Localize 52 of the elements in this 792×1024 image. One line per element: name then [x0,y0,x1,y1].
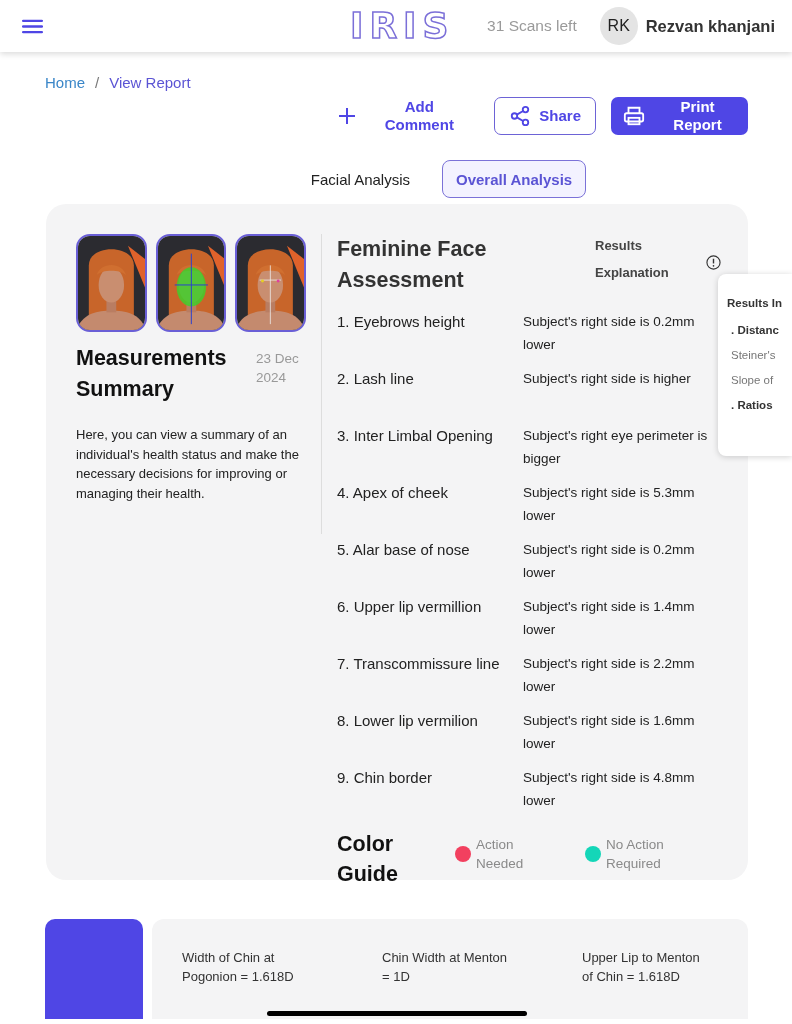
add-button[interactable]: Add Comment [327,97,466,135]
measurement-label: 1. Eyebrows height [337,312,466,332]
popup-item: Slope of [731,374,774,386]
measurement-label: 2. Lash line [337,369,415,389]
measurement-label: 6. Upper lip vermillion [337,597,483,617]
summary-description: Here, you can view a summary of an individual's health status and make the necessary decisions for improving or managing their health. [76,426,300,503]
popup-heading: . Ratios [731,399,773,411]
print-button[interactable]: Print Report [611,97,748,135]
measurement-label: 9. Chin border [337,768,434,788]
popup-heading: . Distanc [731,324,779,336]
column-header: Results [595,238,643,253]
color-guide-title: Color Guide [337,831,399,888]
measurement-result: Subject's right side is 0.2mm lower [523,541,696,582]
measurement-result: Subject's right side is 2.2mm lower [523,655,696,696]
measurement-label: 7. Transcommissure line [337,654,501,674]
user-avatar[interactable]: RK [599,7,638,45]
breadcrumb-link[interactable]: Home [45,74,85,92]
measurement-result: Subject's right side is 5.3mm lower [523,484,696,525]
assessment-title: Feminine Face Assessment [337,236,488,294]
user-name[interactable]: Rezvan khanjani [645,16,775,36]
share-icon[interactable] [509,105,532,127]
legend-label: No Action Required [606,836,665,873]
ratio-text: Width of Chin at Pogonion = 1.618D [182,949,295,986]
measurement-label: 5. Alar base of nose [337,540,471,560]
plus-icon[interactable] [337,106,358,126]
measurement-label: 4. Apex of cheek [337,483,449,503]
tab[interactable]: Facial Analysis [296,160,424,198]
printer-icon[interactable] [623,105,645,127]
scans-left: 31 Scans left [487,17,577,35]
measurement-result: Subject's right eye perimeter is bigger [523,427,709,468]
column-header: Explanation [595,265,669,280]
section-title: Measurements Summary [76,345,228,403]
popup-title: Results In [727,297,782,309]
tab[interactable]: Overall Analysis [442,160,587,198]
ratio-text: Upper Lip to Menton of Chin = 1.618D [582,949,701,986]
measurement-result: Subject's right side is 4.8mm lower [523,769,696,810]
measurement-result: Subject's right side is 0.2mm lower [523,313,696,354]
legend-label: Action Needed [476,836,525,873]
measurement-result: Subject's right side is 1.4mm lower [523,598,696,639]
info-icon[interactable] [706,255,721,270]
report-date: 23 Dec 2024 [256,350,300,387]
share-button[interactable]: Share [494,97,596,135]
breadcrumb-link[interactable]: View Report [109,74,191,92]
measurement-result: Subject's right side is higher [523,370,692,388]
breadcrumb-separator: / [95,74,100,92]
menu-icon[interactable] [22,18,43,34]
measurement-label: 3. Inter Limbal Opening [337,426,494,446]
app-logo: IRIS [350,8,455,44]
measurement-label: 8. Lower lip vermilion [337,711,479,731]
ratio-text: Chin Width at Menton = 1D [382,949,507,986]
popup-item: Steiner's [731,349,776,361]
measurement-result: Subject's right side is 1.6mm lower [523,712,696,753]
